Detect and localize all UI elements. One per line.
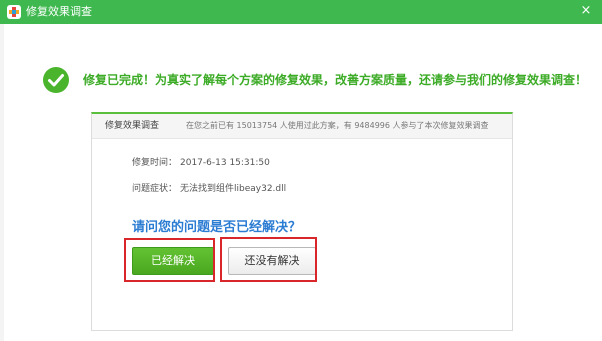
window-left-edge [0,24,4,341]
survey-card-title: 修复效果调查 [105,121,160,131]
solved-button-highlight [124,238,215,282]
window-title: 修复效果调查 [26,5,92,18]
unsolved-button-highlight [220,237,317,282]
survey-card: 修复效果调查 在您之前已有 15013754 人使用过此方案，有 9484996… [91,112,513,331]
repair-time-value: 2017-6-13 15:31:50 [180,158,270,168]
survey-card-header: 修复效果调查 在您之前已有 15013754 人使用过此方案，有 9484996… [92,114,512,139]
close-button[interactable]: × [579,3,593,19]
plus-cross-icon [7,5,21,19]
success-check-icon [43,67,69,93]
symptom-value: 无法找到组件libeay32.dll [180,184,287,194]
title-bar: 修复效果调查 × [0,0,602,24]
repair-time-label: 修复时间： [132,158,178,168]
completion-headline: 修复已完成！为真实了解每个方案的修复效果，改善方案质量，还请参与我们的修复效果调… [83,73,588,87]
usage-stats: 在您之前已有 15013754 人使用过此方案，有 9484996 人参与了本次… [186,121,489,130]
resolved-question: 请问您的问题是否已经解决？ [132,220,302,235]
symptom-label: 问题症状： [132,184,178,194]
